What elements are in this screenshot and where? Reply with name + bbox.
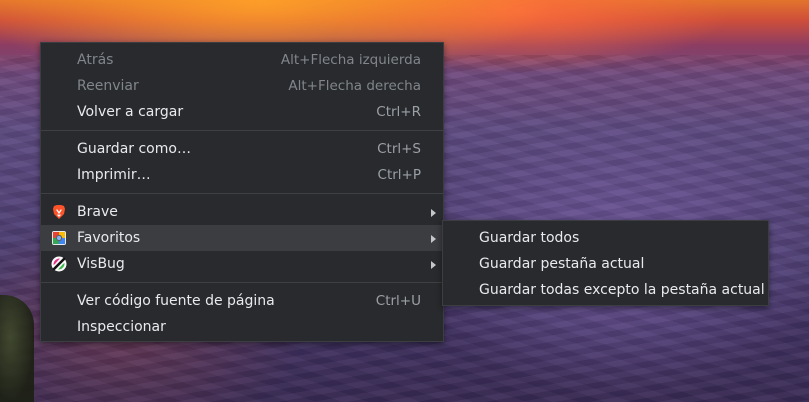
menu-item-inspect[interactable]: Inspeccionar: [41, 314, 443, 340]
wallpaper-tree: [0, 295, 34, 402]
menu-item-reload[interactable]: Volver a cargar Ctrl+R: [41, 99, 443, 125]
menu-item-print[interactable]: Imprimir… Ctrl+P: [41, 162, 443, 188]
menu-item-shortcut: Alt+Flecha derecha: [288, 78, 421, 94]
menu-item-label: Atrás: [77, 52, 114, 68]
menu-item-shortcut: Ctrl+S: [377, 141, 421, 157]
context-menu: Atrás Alt+Flecha izquierda Reenviar Alt+…: [40, 42, 444, 342]
menu-item-label: Ver código fuente de página: [77, 293, 275, 309]
submenu-item-save-current-tab[interactable]: Guardar pestaña actual: [443, 251, 768, 277]
menu-separator: [41, 193, 443, 194]
menu-item-label: Volver a cargar: [77, 104, 184, 120]
chevron-right-icon: [431, 235, 436, 243]
submenu-item-save-all[interactable]: Guardar todos: [443, 225, 768, 251]
submenu-item-label: Guardar todos: [479, 230, 580, 246]
visbug-icon: [51, 256, 67, 272]
menu-item-visbug[interactable]: VisBug: [41, 251, 443, 277]
menu-item-label: Favoritos: [77, 230, 141, 246]
menu-item-label: VisBug: [77, 256, 125, 272]
chevron-right-icon: [431, 209, 436, 217]
menu-item-shortcut: Alt+Flecha izquierda: [280, 52, 421, 68]
menu-item-view-source[interactable]: Ver código fuente de página Ctrl+U: [41, 288, 443, 314]
favoritos-submenu: Guardar todos Guardar pestaña actual Gua…: [442, 220, 769, 306]
menu-item-label: Reenviar: [77, 78, 139, 94]
submenu-item-save-all-except-current[interactable]: Guardar todas excepto la pestaña actual: [443, 277, 768, 303]
bookmarks-extension-icon: [52, 231, 66, 245]
menu-item-brave[interactable]: Brave: [41, 199, 443, 225]
submenu-item-label: Guardar pestaña actual: [479, 256, 645, 272]
menu-item-label: Guardar como…: [77, 141, 191, 157]
menu-item-shortcut: Ctrl+U: [375, 293, 421, 309]
submenu-item-label: Guardar todas excepto la pestaña actual: [479, 282, 765, 298]
menu-item-label: Brave: [77, 204, 118, 220]
menu-item-label: Imprimir…: [77, 167, 151, 183]
menu-item-back[interactable]: Atrás Alt+Flecha izquierda: [41, 47, 443, 73]
brave-lion-icon: [53, 205, 65, 219]
menu-item-favoritos[interactable]: Favoritos: [41, 225, 443, 251]
menu-item-shortcut: Ctrl+P: [377, 167, 421, 183]
menu-item-forward[interactable]: Reenviar Alt+Flecha derecha: [41, 73, 443, 99]
menu-item-shortcut: Ctrl+R: [376, 104, 421, 120]
menu-separator: [41, 282, 443, 283]
menu-item-label: Inspeccionar: [77, 319, 166, 335]
menu-separator: [41, 130, 443, 131]
menu-item-save-as[interactable]: Guardar como… Ctrl+S: [41, 136, 443, 162]
chevron-right-icon: [431, 261, 436, 269]
